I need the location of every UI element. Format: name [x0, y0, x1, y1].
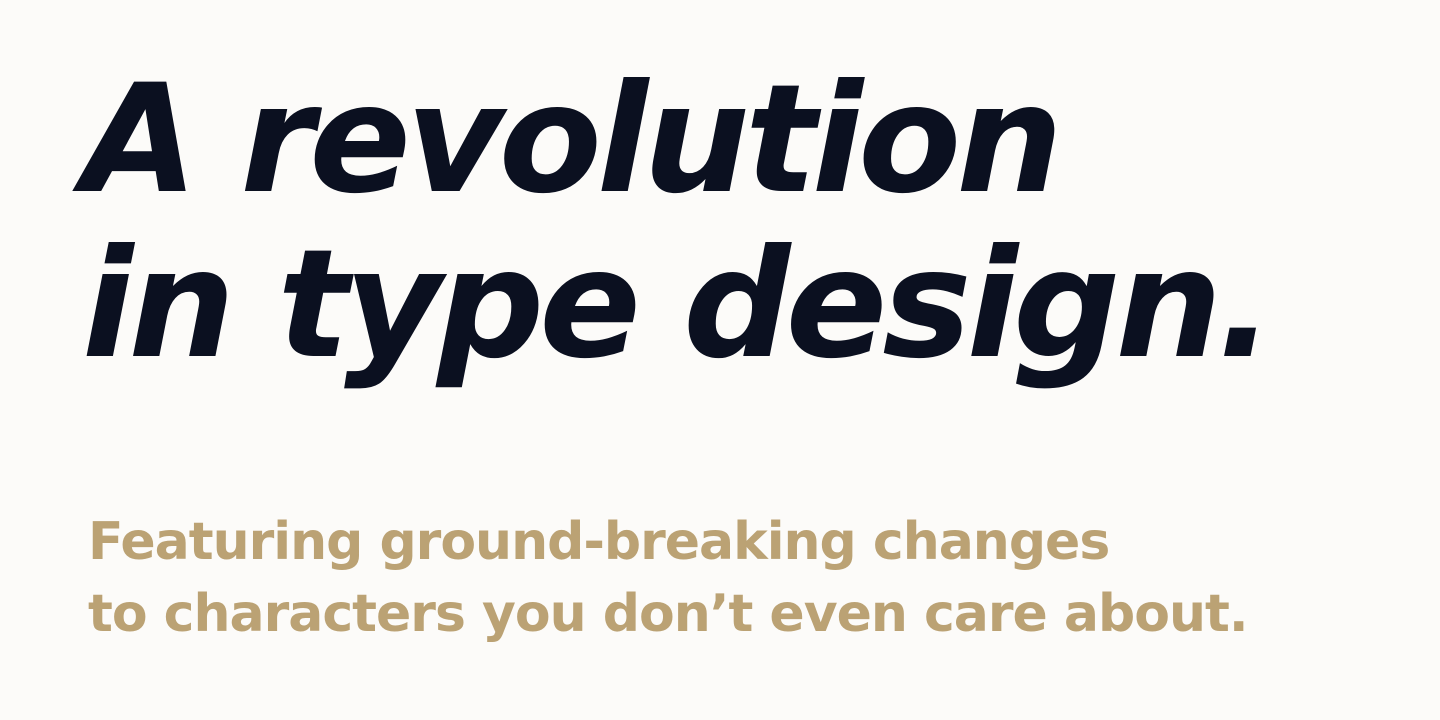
subheadline: Featuring ground-breaking changes to cha…	[88, 506, 1249, 650]
headline-line-1: A revolution	[82, 53, 1063, 227]
subheadline-line-1: Featuring ground-breaking changes	[88, 512, 1110, 572]
headline-line-2: in type design.	[82, 218, 1274, 392]
subheadline-line-2: to characters you don’t even care about.	[88, 584, 1249, 644]
type-specimen-hero: A revolution in type design. Featuring g…	[0, 0, 1440, 720]
headline: A revolution in type design.	[82, 53, 1274, 392]
